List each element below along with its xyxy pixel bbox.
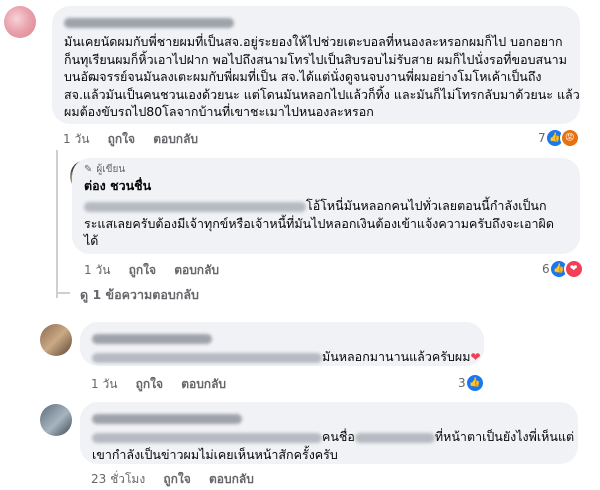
- comment-line: สจ.แล้วมันเป็นคนชวนเองด้วยนะ แต่โดนมันหล…: [64, 86, 580, 102]
- comment-line: ที่หน้าตาเป็นยังไงพี่เห็นแต่: [434, 429, 575, 444]
- comment-line: มันเคยนัดผมกับพี่ชายผมที่เป็นสจ.อยู่ระยอ…: [64, 34, 563, 49]
- avatar[interactable]: [40, 404, 72, 436]
- comment-line: เขากำลังเป็นข่าวผมไม่เคยเห็นหน้าสักครั้ง…: [92, 446, 338, 462]
- angry-icon: 😡: [559, 128, 580, 148]
- pencil-icon: ✎: [84, 163, 93, 175]
- timestamp[interactable]: 1 วัน: [84, 263, 110, 277]
- blurred-text: [84, 201, 306, 212]
- like-icon: 👍: [464, 373, 485, 393]
- comment-bubble: มันหลอกมานานแล้วครับผม❤: [80, 322, 484, 366]
- comment-body: มันเคยนัดผมกับพี่ชายผมที่เป็นสจ.อยู่ระยอ…: [64, 33, 580, 121]
- blurred-text: [92, 352, 322, 363]
- comment-bubble: คนชื่อ ที่หน้าตาเป็นยังไงพี่เห็นแต่ เขากำ…: [80, 402, 578, 464]
- comment-line: คนชื่อ: [322, 429, 355, 444]
- reaction-summary[interactable]: 6 👍 ❤: [542, 259, 584, 279]
- reply-button[interactable]: ตอบกลับ: [209, 472, 254, 486]
- thread-line-elbow: [56, 292, 70, 294]
- timestamp[interactable]: 23 ชั่วโมง: [91, 472, 145, 486]
- reaction-summary[interactable]: 7 👍 😡: [538, 128, 580, 148]
- avatar[interactable]: [40, 324, 72, 356]
- reply-button[interactable]: ตอบกลับ: [181, 377, 226, 391]
- comment-actions: 1 วัน ถูกใจ ตอบกลับ: [63, 130, 212, 149]
- like-button[interactable]: ถูกใจ: [108, 132, 135, 146]
- author-badge: ✎ ผู้เขียน: [84, 162, 574, 176]
- comment-line: มันหลอกมานานแล้วครับผม: [322, 349, 471, 364]
- like-button[interactable]: ถูกใจ: [136, 377, 163, 391]
- reply-content: ✎ ผู้เขียน ต่อง ชวนชื่น โอ้โหนี่มันหลอกค…: [84, 162, 574, 250]
- timestamp[interactable]: 1 วัน: [63, 132, 89, 146]
- commenter-name-blurred[interactable]: [92, 410, 566, 426]
- reaction-summary[interactable]: 3 👍: [458, 373, 485, 393]
- comment-actions: 23 ชั่วโมง ถูกใจ ตอบกลับ: [91, 470, 268, 489]
- reply-actions: 1 วัน ถูกใจ ตอบกลับ: [84, 261, 233, 280]
- comment-line: ผมต้องขับรถไป80โลจากบ้านที่เขาชะเมาไปหนอ…: [64, 104, 374, 119]
- commenter-name-blurred[interactable]: [92, 330, 472, 346]
- thread-line: [56, 150, 58, 298]
- comment-line: บนอัฒจรรย์จนมันลงเตะผมกับพี่ผมที่เป็น สจ…: [64, 69, 542, 84]
- avatar[interactable]: [4, 6, 36, 38]
- reply-line: ได้: [84, 233, 99, 248]
- reply-button[interactable]: ตอบกลับ: [153, 132, 198, 146]
- reply-line: ระแสเลยครับต้องมีเจ้าทุกข์หรือเจ้าหนี้ที…: [84, 215, 554, 231]
- comment-body: มันหลอกมานานแล้วครับผม❤: [92, 348, 481, 367]
- commenter-name-blurred[interactable]: [64, 14, 568, 30]
- reply-body: โอ้โหนี่มันหลอกคนไปทั่วเลยตอนนี้กำลังเป็…: [84, 197, 574, 250]
- comment-body: คนชื่อ ที่หน้าตาเป็นยังไงพี่เห็นแต่ เขากำ…: [92, 428, 574, 463]
- author-badge-label: ผู้เขียน: [96, 163, 126, 175]
- comment-line: ก็นทุเรียนผมก็หิ้วเอาไปฝาก พอไปถึงสนามโท…: [64, 51, 567, 67]
- reply-button[interactable]: ตอบกลับ: [174, 263, 219, 277]
- like-button[interactable]: ถูกใจ: [129, 263, 156, 277]
- commenter-name[interactable]: ต่อง ชวนชื่น: [84, 178, 574, 194]
- comment-bubble: มันเคยนัดผมกับพี่ชายผมที่เป็นสจ.อยู่ระยอ…: [52, 6, 580, 124]
- love-icon: ❤: [563, 259, 584, 279]
- heart-icon: ❤: [470, 350, 481, 364]
- comment-actions: 1 วัน ถูกใจ ตอบกลับ: [91, 375, 240, 394]
- blurred-text: [92, 432, 322, 443]
- blurred-text: [354, 432, 435, 443]
- timestamp[interactable]: 1 วัน: [91, 377, 117, 391]
- reply-line: โอ้โหนี่มันหลอกคนไปทั่วเลยตอนนี้กำลังเป็…: [306, 198, 547, 213]
- view-replies-link[interactable]: ดู 1 ข้อความตอบกลับ: [80, 285, 199, 305]
- like-button[interactable]: ถูกใจ: [163, 472, 190, 486]
